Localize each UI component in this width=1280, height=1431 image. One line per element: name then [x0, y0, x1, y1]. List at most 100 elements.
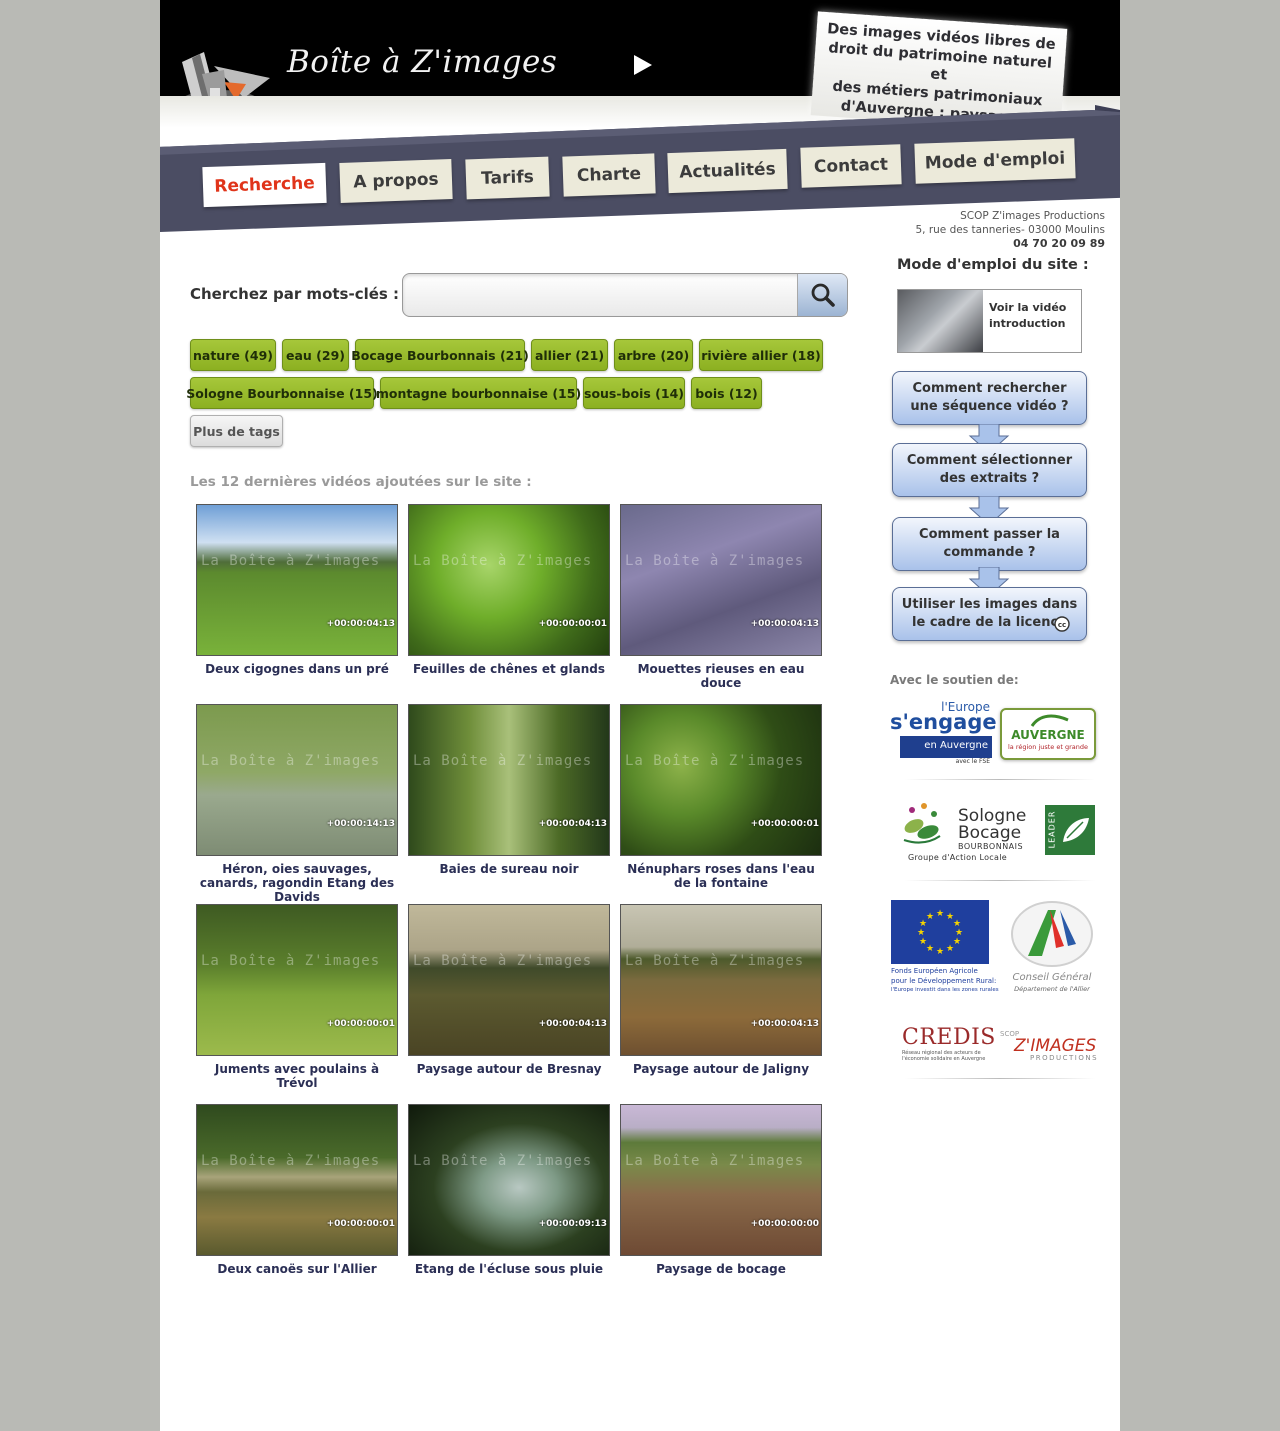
intro-video-label[interactable]: Voir la vidéo introduction	[989, 300, 1077, 332]
video-thumbnail[interactable]: La Boîte à Z'images +00:00:00:00	[620, 1104, 822, 1256]
europe-logo-band: en Auvergne	[900, 736, 992, 758]
video-item[interactable]: La Boîte à Z'images +00:00:04:13 Mouette…	[620, 504, 822, 690]
tag-allier[interactable]: allier (21)	[531, 339, 608, 371]
video-title[interactable]: Nénuphars roses dans l'eau de la fontain…	[620, 862, 822, 890]
svg-text:★: ★	[953, 937, 961, 947]
video-item[interactable]: La Boîte à Z'images +00:00:04:13 Paysage…	[620, 904, 822, 1076]
play-icon[interactable]	[632, 53, 654, 77]
video-item[interactable]: La Boîte à Z'images +00:00:00:01 Juments…	[196, 904, 398, 1090]
video-item[interactable]: La Boîte à Z'images +00:00:14:13 Héron, …	[196, 704, 398, 904]
help-step-license[interactable]: Utiliser les images dans le cadre de la …	[892, 587, 1087, 641]
video-title[interactable]: Mouettes rieuses en eau douce	[620, 662, 822, 690]
leader-logo-text: LEADER	[1047, 810, 1057, 849]
zimages-logo-text: PRODUCTIONS	[1030, 1054, 1099, 1062]
eu-stars-icon: ★ ★★ ★★★ ★★★ ★★★	[917, 909, 963, 957]
svg-text:★: ★	[917, 928, 925, 938]
credis-logo[interactable]: CREDIS Réseau régional des acteurs de l'…	[902, 1025, 995, 1065]
nav-tab-tarifs[interactable]: Tarifs	[465, 156, 550, 200]
nav-tab-contact[interactable]: Contact	[800, 144, 902, 188]
company-name: SCOP Z'images Productions	[960, 210, 1105, 222]
sologne-bocage-emblem-icon	[903, 803, 941, 844]
tag-sologne-bourbonnaise[interactable]: Sologne Bourbonnaise (15)	[186, 377, 378, 409]
video-thumbnail[interactable]: La Boîte à Z'images +00:00:04:13	[620, 904, 822, 1056]
nav-tab-charte[interactable]: Charte	[562, 153, 656, 197]
thumbnail-watermark: La Boîte à Z'images	[201, 753, 381, 769]
auvergne-logo-text: la région juste et grande	[1007, 743, 1089, 751]
latest-videos-heading: Les 12 dernières vidéos ajoutées sur le …	[190, 474, 532, 490]
nav-tab-actualites[interactable]: Actualités	[667, 148, 788, 194]
video-item[interactable]: La Boîte à Z'images +00:00:00:01 Nénupha…	[620, 704, 822, 890]
video-item[interactable]: La Boîte à Z'images +00:00:04:13 Deux ci…	[196, 504, 398, 676]
nav-tab-recherche[interactable]: Recherche	[202, 162, 327, 208]
thumbnail-watermark: La Boîte à Z'images	[201, 553, 381, 569]
video-title[interactable]: Paysage de bocage	[620, 1262, 822, 1276]
video-duration: +00:00:00:01	[326, 1019, 395, 1029]
video-title[interactable]: Paysage autour de Jaligny	[620, 1062, 822, 1076]
video-title[interactable]: Deux canoës sur l'Allier	[196, 1262, 398, 1276]
leader-logo[interactable]: LEADER	[1045, 805, 1095, 855]
help-step-order[interactable]: Comment passer la commande ?	[892, 517, 1087, 571]
video-item[interactable]: La Boîte à Z'images +00:00:00:00 Paysage…	[620, 1104, 822, 1276]
search-input[interactable]	[409, 280, 789, 310]
logo-separator	[905, 1078, 1095, 1079]
tag-nature[interactable]: nature (49)	[190, 339, 276, 371]
tag-eau[interactable]: eau (29)	[282, 339, 349, 371]
thumbnail-watermark: La Boîte à Z'images	[201, 1153, 381, 1169]
video-thumbnail[interactable]: La Boîte à Z'images +00:00:04:13	[196, 504, 398, 656]
thumbnail-watermark: La Boîte à Z'images	[413, 953, 593, 969]
video-title[interactable]: Juments avec poulains à Trévol	[196, 1062, 398, 1090]
video-thumbnail[interactable]: La Boîte à Z'images +00:00:00:01	[196, 904, 398, 1056]
help-step-search[interactable]: Comment rechercher une séquence vidéo ?	[892, 371, 1087, 425]
europe-fse-logo[interactable]: l'Europe s'engage en Auvergne avec le FS…	[890, 700, 997, 768]
conseil-general-logo[interactable]: Conseil Général Département de l'Allier	[1006, 898, 1098, 994]
video-thumbnail[interactable]: La Boîte à Z'images +00:00:00:01	[196, 1104, 398, 1256]
video-duration: +00:00:00:01	[750, 819, 819, 829]
video-title[interactable]: Paysage autour de Bresnay	[408, 1062, 610, 1076]
svg-text:★: ★	[919, 937, 927, 947]
feader-logo[interactable]: ★ ★ ★ ★ ★ ★ ★ ★ ★ ★ ★ ★ Fonds Européen Agricole …	[891, 900, 999, 996]
tag-arbre[interactable]: arbre (20)	[614, 339, 693, 371]
svg-text:cc: cc	[1058, 621, 1066, 629]
video-thumbnail[interactable]: La Boîte à Z'images +00:00:04:13	[408, 904, 610, 1056]
sologne-bocage-logo[interactable]: Sologne Bocage BOURBONNAIS Groupe d'Acti…	[898, 800, 1028, 864]
video-thumbnail[interactable]: La Boîte à Z'images +00:00:09:13	[408, 1104, 610, 1256]
nav-tab-mode-emploi[interactable]: Mode d'emploi	[914, 138, 1076, 184]
search-icon	[811, 283, 835, 307]
help-step-select[interactable]: Comment sélectionner des extraits ?	[892, 443, 1087, 497]
site-title[interactable]: Boîte à Z'images	[287, 44, 557, 80]
sidebar-title: Mode d'emploi du site :	[897, 257, 1089, 273]
tag-bocage-bourbonnais[interactable]: Bocage Bourbonnais (21)	[351, 339, 529, 371]
search-button[interactable]	[797, 274, 847, 316]
nav-tab-a-propos[interactable]: A propos	[339, 159, 453, 203]
tag-sous-bois[interactable]: sous-bois (14)	[583, 377, 685, 409]
tag-bois[interactable]: bois (12)	[691, 377, 762, 409]
tag-riviere-allier[interactable]: rivière allier (18)	[699, 339, 823, 371]
auvergne-region-logo[interactable]: AUVERGNE la région juste et grande	[1000, 708, 1096, 760]
video-duration: +00:00:04:13	[538, 819, 607, 829]
video-thumbnail[interactable]: La Boîte à Z'images +00:00:00:01	[620, 704, 822, 856]
video-item[interactable]: La Boîte à Z'images +00:00:04:13 Paysage…	[408, 904, 610, 1076]
zimages-productions-logo[interactable]: SCOP Z'IMAGES PRODUCTIONS	[1000, 1030, 1099, 1066]
video-item[interactable]: La Boîte à Z'images +00:00:04:13 Baies d…	[408, 704, 610, 876]
video-duration: +00:00:04:13	[538, 1019, 607, 1029]
page: Boîte à Z'images Des images vidéos libre…	[160, 0, 1120, 1431]
video-title[interactable]: Etang de l'écluse sous pluie	[408, 1262, 610, 1276]
svg-text:★: ★	[936, 909, 944, 919]
video-thumbnail[interactable]: La Boîte à Z'images +00:00:00:01	[408, 504, 610, 656]
video-thumbnail[interactable]: La Boîte à Z'images +00:00:04:13	[408, 704, 610, 856]
video-item[interactable]: La Boîte à Z'images +00:00:00:01 Deux ca…	[196, 1104, 398, 1276]
thumbnail-watermark: La Boîte à Z'images	[413, 1153, 593, 1169]
tag-montagne-bourbonnaise[interactable]: montagne bourbonnaise (15)	[376, 377, 581, 409]
video-item[interactable]: La Boîte à Z'images +00:00:00:01 Feuille…	[408, 504, 610, 676]
video-thumbnail[interactable]: La Boîte à Z'images +00:00:04:13	[620, 504, 822, 656]
video-title[interactable]: Deux cigognes dans un pré	[196, 662, 398, 676]
video-thumbnail[interactable]: La Boîte à Z'images +00:00:14:13	[196, 704, 398, 856]
video-item[interactable]: La Boîte à Z'images +00:00:09:13 Etang d…	[408, 1104, 610, 1276]
video-title[interactable]: Feuilles de chênes et glands	[408, 662, 610, 676]
intro-video-link[interactable]: Voir la vidéo introduction	[897, 289, 1082, 353]
intro-video-thumbnail[interactable]	[898, 290, 983, 352]
video-title[interactable]: Baies de sureau noir	[408, 862, 610, 876]
thumbnail-watermark: La Boîte à Z'images	[625, 1153, 805, 1169]
more-tags-button[interactable]: Plus de tags	[190, 415, 283, 447]
video-title[interactable]: Héron, oies sauvages, canards, ragondin …	[196, 862, 398, 904]
